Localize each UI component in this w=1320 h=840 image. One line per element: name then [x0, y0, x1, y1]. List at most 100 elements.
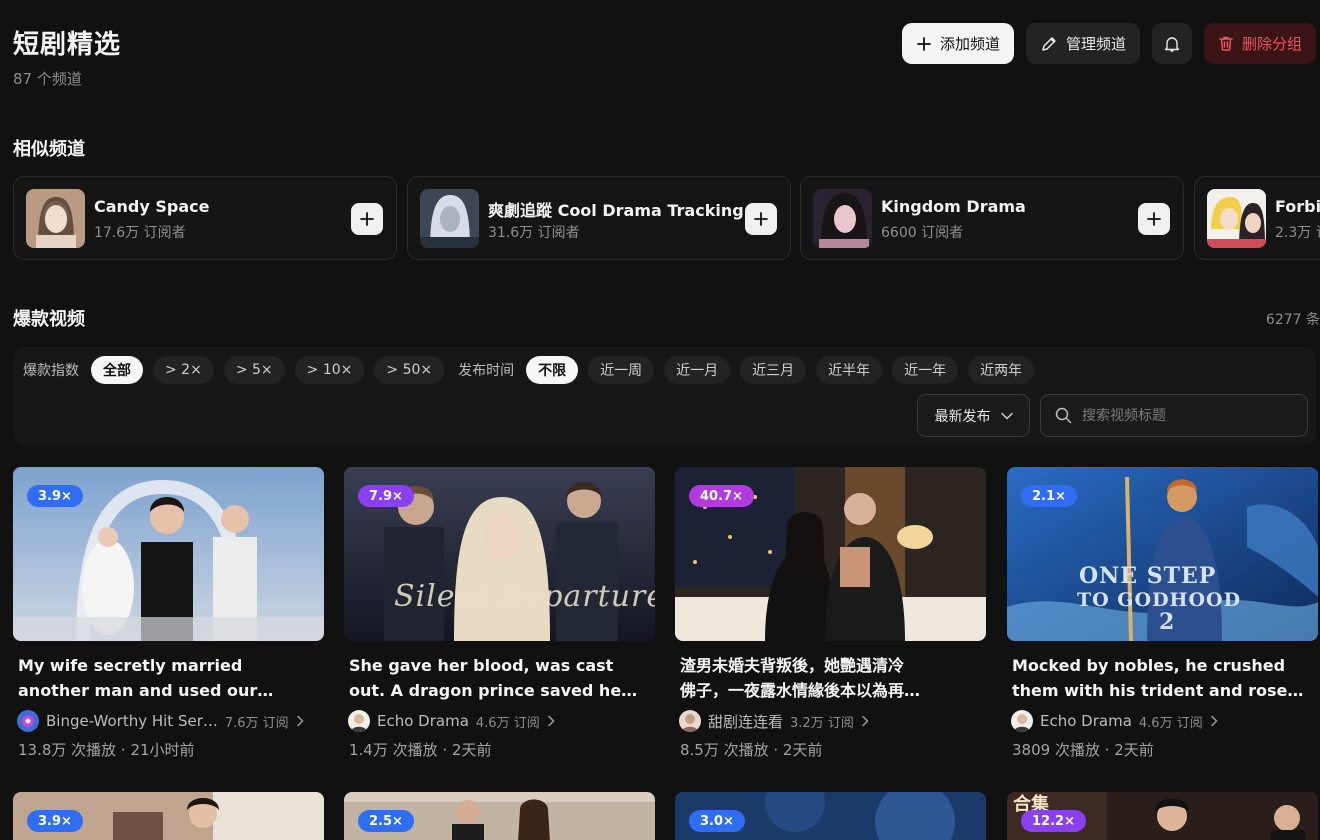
boost-badge: 3.0× — [689, 810, 745, 832]
channel-name: Kingdom Drama — [881, 197, 1026, 216]
video-title[interactable]: Mocked by nobles, he crushed them with h… — [1007, 653, 1318, 703]
video-card[interactable]: 3.9× — [13, 792, 324, 840]
channel-name: 甜剧连连看 — [708, 712, 784, 731]
channel-subscribers: 31.6万 订阅者 — [488, 225, 580, 241]
channel-subscribers: 2.3万 订 — [1275, 225, 1320, 241]
similar-channels-heading: 相似频道 — [13, 139, 85, 160]
boost-badge: 12.2× — [1021, 810, 1086, 832]
sort-dropdown[interactable]: 最新发布 — [917, 394, 1030, 437]
video-thumbnail[interactable]: 40.7× — [675, 467, 986, 641]
channel-avatar — [679, 710, 701, 732]
add-channel-plus-button[interactable] — [1138, 203, 1170, 235]
pencil-icon — [1042, 36, 1056, 51]
channel-avatar — [17, 710, 39, 732]
add-channel-plus-button[interactable] — [745, 203, 777, 235]
video-card[interactable]: 2.5× — [344, 792, 655, 840]
boost-badge: 3.9× — [27, 485, 83, 507]
similar-channel-card[interactable]: Forbie 2.3万 订 — [1194, 176, 1320, 260]
page-title: 短剧精选 — [13, 30, 122, 60]
time-pill-week[interactable]: 近一周 — [588, 356, 655, 384]
time-filter-label: 发布时间 — [458, 363, 515, 379]
video-channel[interactable]: Echo Drama 4.6万 订阅 — [1007, 710, 1318, 732]
channel-subscribers: 7.6万 订阅 — [224, 715, 289, 731]
time-pill-month[interactable]: 近一月 — [664, 356, 731, 384]
delete-group-button[interactable]: 删除分组 — [1203, 23, 1316, 64]
video-title[interactable]: My wife secretly married another man and… — [13, 653, 324, 703]
similar-channel-card[interactable]: 爽劇追蹤 Cool Drama Tracking 31.6万 订阅者 — [407, 176, 791, 260]
trash-icon — [1219, 36, 1233, 51]
video-stats: 3809 次播放 · 2天前 — [1012, 741, 1154, 759]
time-pill-any[interactable]: 不限 — [526, 356, 579, 384]
video-channel[interactable]: Echo Drama 4.6万 订阅 — [344, 710, 655, 732]
channel-name: Echo Drama — [1040, 712, 1132, 730]
search-icon — [1055, 407, 1072, 424]
similar-channel-card[interactable]: Kingdom Drama 6600 订阅者 — [800, 176, 1184, 260]
video-thumbnail[interactable]: 3.9× — [13, 467, 324, 641]
video-thumbnail[interactable]: Silent Departure 7.9× — [344, 467, 655, 641]
search-input[interactable] — [1082, 407, 1282, 424]
channel-subscribers: 4.6万 订阅 — [1138, 715, 1203, 731]
video-title[interactable]: She gave her blood, was cast out. A drag… — [344, 653, 655, 703]
add-channel-button[interactable]: 添加频道 — [901, 23, 1014, 64]
time-pill-halfyear[interactable]: 近半年 — [816, 356, 883, 384]
chevron-right-icon — [1210, 715, 1218, 727]
video-card[interactable]: 合集 12.2× — [1007, 792, 1318, 840]
chevron-right-icon — [547, 715, 555, 727]
video-card[interactable]: Silent Departure 7.9× She gave her blood… — [344, 467, 655, 760]
video-channel[interactable]: Binge-Worthy Hit Ser… 7.6万 订阅 — [13, 710, 324, 732]
thumbnail-title-text: Silent Departure — [394, 579, 655, 614]
channel-avatar — [26, 189, 85, 248]
time-pill-3months[interactable]: 近三月 — [740, 356, 807, 384]
boost-badge: 2.5× — [358, 810, 414, 832]
video-thumbnail[interactable]: 合集 12.2× — [1007, 792, 1318, 840]
channel-avatar — [1011, 710, 1033, 732]
video-title[interactable]: 渣男未婚夫背叛後，她艷遇清冷 佛子，一夜露水情緣後本以為再… — [675, 653, 986, 703]
similar-channels-strip[interactable]: Candy Space 17.6万 订阅者 爽劇追蹤 Cool Drama Tr… — [13, 176, 1320, 260]
video-count: 6277 条 — [1265, 312, 1320, 328]
video-thumbnail[interactable]: ONE STEP TO GODHOOD 2 2.1× — [1007, 467, 1318, 641]
index-pill-5x[interactable]: > 5× — [223, 356, 285, 384]
similar-channel-card[interactable]: Candy Space 17.6万 订阅者 — [13, 176, 397, 260]
video-channel[interactable]: 甜剧连连看 3.2万 订阅 — [675, 710, 986, 732]
add-channel-label: 添加频道 — [939, 35, 1000, 53]
channel-subscribers: 3.2万 订阅 — [790, 715, 854, 731]
channel-subscribers: 4.6万 订阅 — [475, 715, 540, 731]
bell-icon — [1164, 36, 1180, 52]
plus-icon — [754, 212, 768, 226]
channel-count: 87 个频道 — [13, 70, 82, 88]
plus-icon — [1147, 212, 1161, 226]
time-pill-year[interactable]: 近一年 — [892, 356, 959, 384]
notifications-button[interactable] — [1151, 23, 1192, 64]
channel-avatar — [348, 710, 370, 732]
manage-channels-button[interactable]: 管理频道 — [1025, 23, 1140, 64]
time-pill-2years[interactable]: 近两年 — [968, 356, 1035, 384]
video-thumbnail[interactable]: 2.5× — [344, 792, 655, 840]
video-stats: 13.8万 次播放 · 21小时前 — [18, 741, 195, 759]
index-filter-label: 爆款指数 — [23, 363, 79, 379]
manage-channels-label: 管理频道 — [1065, 35, 1126, 53]
boost-badge: 40.7× — [689, 485, 754, 507]
chevron-down-icon — [1000, 412, 1013, 420]
channel-avatar — [420, 189, 479, 248]
sort-label: 最新发布 — [934, 408, 991, 425]
index-pill-2x[interactable]: > 2× — [153, 356, 214, 384]
boost-badge: 2.1× — [1021, 485, 1077, 507]
channel-name: Candy Space — [94, 197, 210, 216]
video-thumbnail[interactable]: 3.0× — [675, 792, 986, 840]
video-card[interactable]: 3.0× — [675, 792, 986, 840]
index-pill-all[interactable]: 全部 — [91, 356, 143, 384]
index-pill-50x[interactable]: > 50× — [374, 356, 445, 384]
search-box[interactable] — [1040, 394, 1308, 437]
index-pill-10x[interactable]: > 10× — [294, 356, 365, 384]
video-card[interactable]: ONE STEP TO GODHOOD 2 2.1× Mocked by nob… — [1007, 467, 1318, 760]
chevron-right-icon — [296, 715, 304, 727]
channel-name: Binge-Worthy Hit Ser… — [46, 712, 218, 730]
video-thumbnail[interactable]: 3.9× — [13, 792, 324, 840]
page: 短剧精选 87 个频道 添加频道 管理频道 删除分组 相似频道 Candy Sp… — [0, 0, 1320, 840]
video-card[interactable]: 3.9× My wife secretly married another ma… — [13, 467, 324, 760]
plus-icon — [917, 36, 931, 51]
thumbnail-title-line2: TO GODHOOD — [1077, 589, 1242, 611]
video-card[interactable]: 40.7× 渣男未婚夫背叛後，她艷遇清冷 佛子，一夜露水情緣後本以為再… 甜剧连… — [675, 467, 986, 760]
video-stats: 8.5万 次播放 · 2天前 — [680, 741, 823, 759]
add-channel-plus-button[interactable] — [351, 203, 383, 235]
